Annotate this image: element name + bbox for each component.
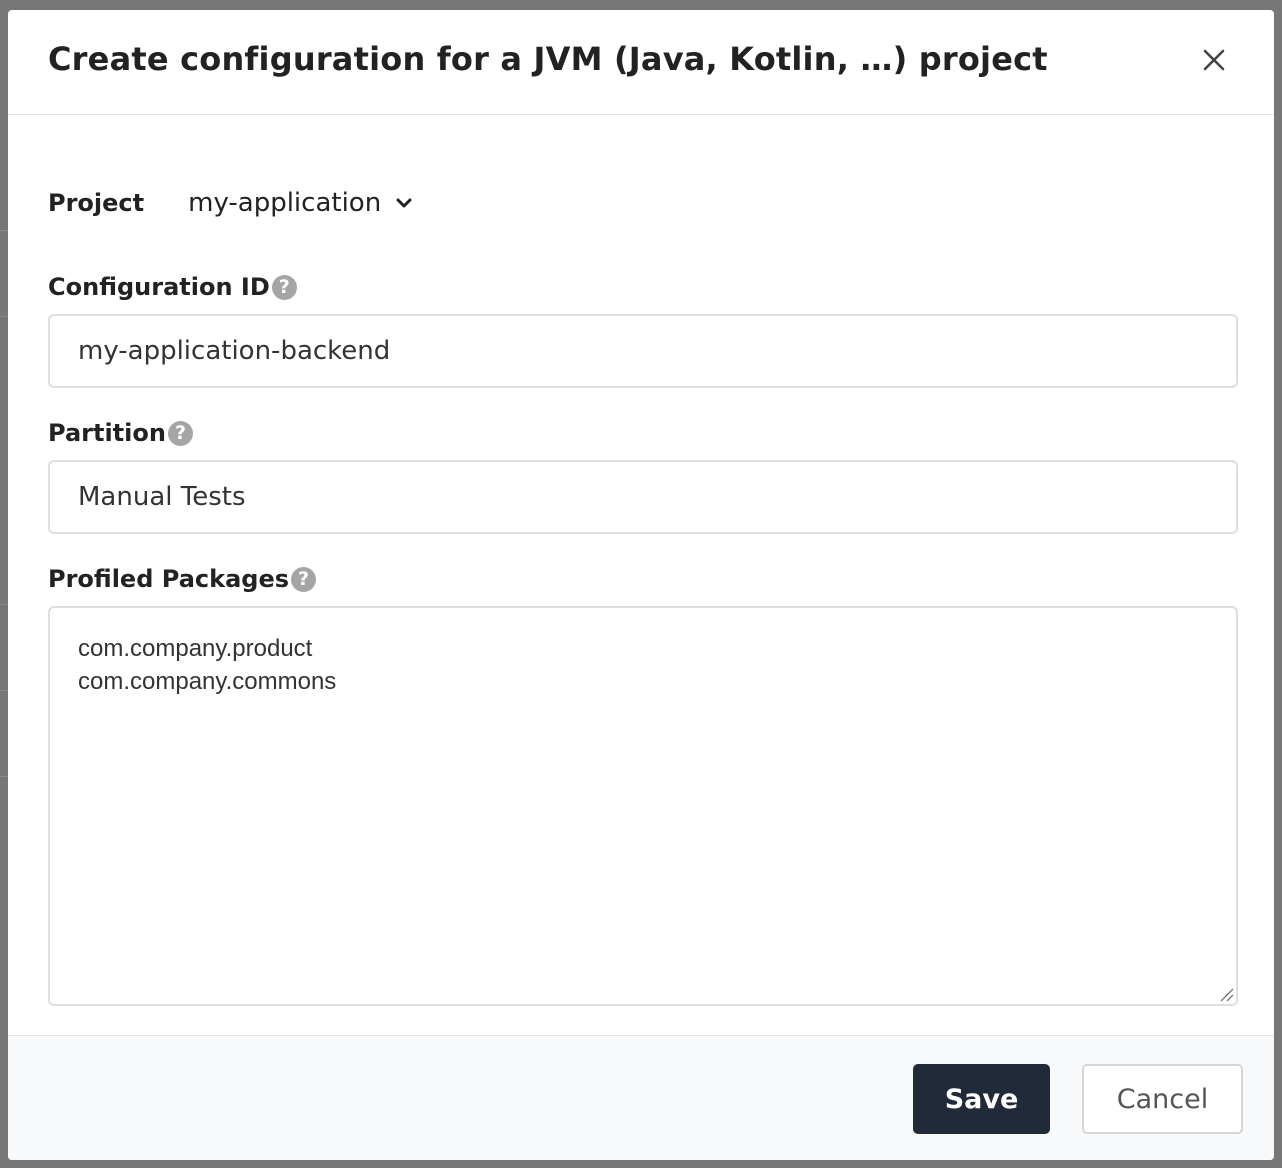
configuration-id-input[interactable]	[48, 314, 1238, 388]
dialog-header: Create configuration for a JVM (Java, Ko…	[8, 10, 1274, 115]
project-dropdown[interactable]: my-application	[188, 188, 413, 218]
save-button[interactable]: Save	[913, 1064, 1050, 1134]
close-button[interactable]	[1200, 46, 1228, 74]
question-circle-icon[interactable]: ?	[291, 566, 317, 592]
partition-label: Partition ?	[48, 419, 193, 447]
resize-handle-icon[interactable]	[1218, 986, 1234, 1002]
partition-input[interactable]	[48, 460, 1238, 534]
close-icon	[1203, 49, 1225, 71]
question-circle-icon[interactable]: ?	[167, 420, 193, 446]
project-label: Project	[48, 189, 145, 217]
profiled-packages-wrapper	[48, 606, 1238, 1006]
question-circle-icon[interactable]: ?	[271, 274, 297, 300]
partition-label-text: Partition	[48, 419, 166, 447]
project-row: Project my-application	[48, 183, 413, 223]
profiled-packages-label: Profiled Packages ?	[48, 565, 317, 593]
cancel-button[interactable]: Cancel	[1082, 1064, 1243, 1134]
dialog-footer: Save Cancel	[8, 1035, 1274, 1160]
configuration-id-label-text: Configuration ID	[48, 273, 270, 301]
dialog-title: Create configuration for a JVM (Java, Ko…	[48, 40, 1048, 78]
profiled-packages-textarea[interactable]	[48, 606, 1238, 1006]
profiled-packages-label-text: Profiled Packages	[48, 565, 290, 593]
chevron-down-icon	[396, 198, 412, 208]
create-configuration-dialog: Create configuration for a JVM (Java, Ko…	[8, 10, 1274, 1160]
configuration-id-label: Configuration ID ?	[48, 273, 297, 301]
project-selected-value: my-application	[188, 188, 382, 218]
